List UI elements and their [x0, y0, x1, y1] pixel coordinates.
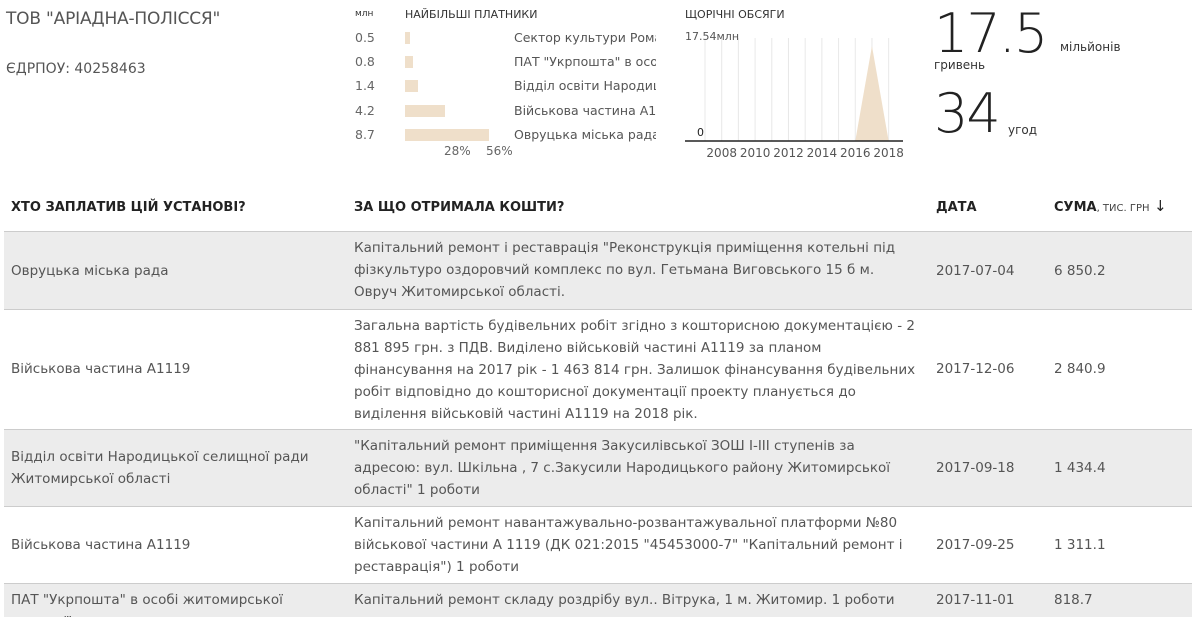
yearly-ticks: 2008 2010 2012 2014 2016 2018: [706, 146, 904, 160]
yearly-tick-label: 2016: [840, 146, 871, 160]
payer-bar: [405, 56, 414, 68]
row-payer: ПАТ "Укрпошта" в особі житомирської дире…: [11, 592, 283, 617]
yearly-area: [855, 46, 889, 141]
payer-name: Відділ освіти Народицы: [514, 78, 656, 93]
row-sum: 6 850.2: [1054, 263, 1106, 279]
payer-bar: [405, 80, 419, 92]
row-description: Загальна вартість будівельних робіт згід…: [354, 318, 916, 422]
total-amount: 17.5: [934, 2, 1048, 65]
column-header-description[interactable]: ЗА ЩО ОТРИМАЛА КОШТИ?: [354, 200, 564, 215]
payer-value: 0.8: [355, 54, 375, 69]
column-header-payer[interactable]: ХТО ЗАПЛАТИВ ЦІЙ УСТАНОВІ?: [11, 200, 246, 215]
row-date: 2017-09-25: [936, 537, 1015, 553]
payer-value: 0.5: [355, 30, 375, 45]
organization-code: ЄДРПОУ: 40258463: [6, 61, 146, 77]
payer-value: 8.7: [355, 127, 375, 142]
payer-value: 1.4: [355, 78, 375, 93]
yearly-tick-label: 2018: [873, 146, 904, 160]
payer-row[interactable]: 0.8 ПАТ "Укрпошта" в особі: [355, 52, 665, 72]
row-date: 2017-09-18: [936, 460, 1015, 476]
payer-pct-tick: 56%: [486, 144, 513, 158]
payer-bar: [405, 129, 489, 141]
row-description: "Капітальний ремонт приміщення Закусилів…: [354, 438, 891, 498]
column-header-date[interactable]: ДАТА: [936, 200, 977, 215]
deals-unit: угод: [1008, 123, 1038, 137]
row-sum: 2 840.9: [1054, 361, 1106, 377]
total-amount-unit: мільйонів: [1060, 40, 1121, 54]
table-row[interactable]: Військова частина А1119 Загальна вартіст…: [4, 309, 1192, 429]
column-header-sum-unit: , ТИС. ГРН: [1096, 203, 1150, 214]
column-header-sum[interactable]: СУМА, ТИС. ГРН ↓: [1054, 197, 1167, 215]
row-description: Капітальний ремонт складу роздрібу вул..…: [354, 592, 895, 608]
deals-count: 34: [934, 82, 1001, 145]
row-sum: 1 311.1: [1054, 537, 1106, 553]
payer-row[interactable]: 8.7 Овруцька міська рада: [355, 125, 665, 145]
table-row[interactable]: ПАТ "Укрпошта" в особі житомирської дире…: [4, 583, 1192, 617]
payer-name: Овруцька міська рада: [514, 127, 656, 142]
row-payer: Військова частина А1119: [11, 361, 191, 377]
table-row[interactable]: Відділ освіти Народицької селищної ради …: [4, 429, 1192, 506]
payer-row[interactable]: 4.2 Військова частина А111: [355, 101, 665, 121]
sort-down-icon[interactable]: ↓: [1154, 197, 1167, 215]
yearly-zero-label: 0: [697, 126, 704, 139]
yearly-tick-label: 2014: [807, 146, 838, 160]
row-date: 2017-12-06: [936, 361, 1015, 377]
row-payer: Овруцька міська рада: [11, 263, 169, 279]
table-row[interactable]: Військова частина А1119 Капітальний ремо…: [4, 506, 1192, 583]
payers-unit-label: млн: [355, 9, 374, 19]
yearly-tick-label: 2012: [773, 146, 804, 160]
yearly-peak-label: 17.54млн: [685, 30, 739, 43]
payer-row[interactable]: 1.4 Відділ освіти Народицы: [355, 76, 665, 96]
payer-bar: [405, 105, 446, 117]
payer-name: Сектор культури Романі: [514, 30, 656, 45]
row-date: 2017-07-04: [936, 263, 1015, 279]
payer-bar: [405, 32, 411, 44]
row-date: 2017-11-01: [936, 592, 1015, 608]
payer-name: ПАТ "Укрпошта" в особі: [514, 54, 656, 69]
row-sum: 1 434.4: [1054, 460, 1106, 476]
payer-value: 4.2: [355, 103, 375, 118]
row-payer: Відділ освіти Народицької селищної ради …: [11, 449, 309, 487]
row-sum: 818.7: [1054, 592, 1093, 608]
row-description: Капітальний ремонт навантажувально-розва…: [354, 515, 903, 575]
payer-name: Військова частина А111: [514, 103, 656, 118]
organization-title: ТОВ "АРІАДНА-ПОЛІССЯ": [6, 9, 221, 29]
yearly-heading: ЩОРІЧНІ ОБСЯГИ: [685, 8, 785, 21]
yearly-tick-label: 2008: [706, 146, 737, 160]
payer-row[interactable]: 0.5 Сектор культури Романі: [355, 28, 665, 48]
row-payer: Військова частина А1119: [11, 537, 191, 553]
payer-pct-tick: 28%: [444, 144, 471, 158]
table-row[interactable]: Овруцька міська рада Капітальний ремонт …: [4, 231, 1192, 309]
yearly-tick-label: 2010: [740, 146, 771, 160]
row-description: Капітальний ремонт і реставрація "Реконс…: [354, 240, 896, 300]
column-header-sum-label: СУМА: [1054, 200, 1097, 215]
payers-heading: НАЙБІЛЬШІ ПЛАТНИКИ: [405, 8, 538, 21]
total-amount-currency: гривень: [934, 58, 986, 72]
yearly-chart: 17.54млн 0 2008 2010 2012 2014 2016 2018: [685, 30, 904, 160]
